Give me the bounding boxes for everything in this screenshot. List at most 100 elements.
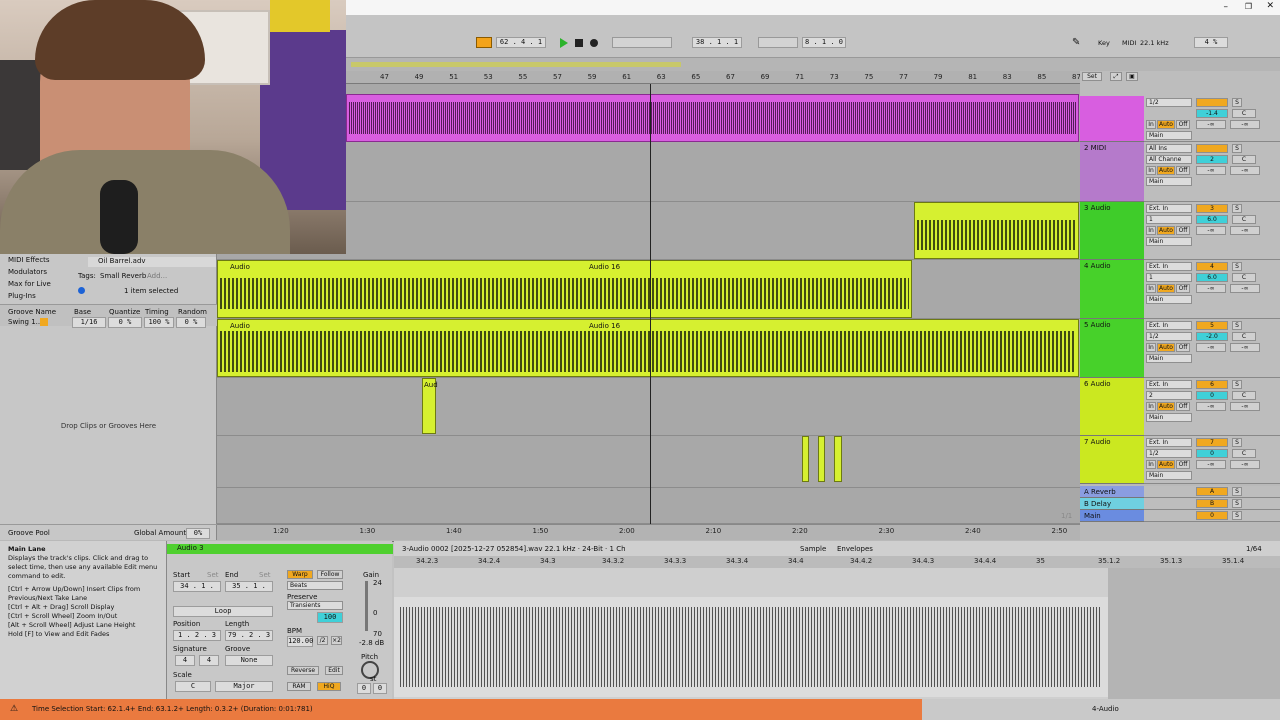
pan-field[interactable]: C xyxy=(1232,155,1256,164)
input-channel-select[interactable]: 1/2 xyxy=(1146,332,1192,341)
send-a-field[interactable]: -∞ xyxy=(1196,460,1226,469)
close-icon[interactable]: ✕ xyxy=(1266,1,1274,11)
monitor-in-button[interactable]: In xyxy=(1146,120,1156,129)
overview-bar[interactable] xyxy=(346,57,1280,71)
monitor-in-button[interactable]: In xyxy=(1146,166,1156,175)
groove-base[interactable]: 1/16 xyxy=(72,317,106,328)
groove-random[interactable]: 0 % xyxy=(176,317,206,328)
track-header[interactable]: 7 Audio xyxy=(1080,436,1144,484)
groove-quantize[interactable]: 0 % xyxy=(108,317,142,328)
expand-icon[interactable]: ⤢ xyxy=(1110,72,1122,81)
clip-title-bar[interactable]: Audio 3 xyxy=(167,544,393,554)
groove-drop-area[interactable]: Drop Clips or Grooves Here xyxy=(0,422,217,430)
transients-select[interactable]: Transients xyxy=(287,601,343,610)
solo-button[interactable]: S xyxy=(1232,144,1242,153)
end-field[interactable]: 35 . 1 . xyxy=(225,581,273,592)
bpm-field[interactable]: 120.00 xyxy=(287,636,313,647)
clip-track-7c[interactable] xyxy=(834,436,842,482)
set-button[interactable]: Set xyxy=(1082,72,1102,81)
volume-field[interactable]: -2.0 xyxy=(1196,332,1228,341)
solo-button[interactable]: S xyxy=(1232,438,1242,447)
overdub-tools[interactable] xyxy=(612,37,672,48)
grid-quantization[interactable]: 1/64 xyxy=(1246,545,1262,553)
clip-track-7b[interactable] xyxy=(818,436,825,482)
stop-icon[interactable] xyxy=(575,39,583,47)
input-channel-select[interactable]: All Channe xyxy=(1146,155,1192,164)
restore-icon[interactable]: ❐ xyxy=(1245,2,1252,11)
solo-button[interactable]: S xyxy=(1232,262,1242,271)
groove-timing[interactable]: 100 % xyxy=(144,317,174,328)
input-channel-select[interactable]: 1 xyxy=(1146,273,1192,282)
input-type-select[interactable]: 1/2 xyxy=(1146,98,1192,107)
track-header[interactable]: 6 Audio xyxy=(1080,378,1144,436)
solo-button[interactable]: S xyxy=(1232,204,1242,213)
solo-button[interactable]: S xyxy=(1232,380,1242,389)
track-header[interactable]: 4 Audio xyxy=(1080,260,1144,319)
return-number-button[interactable]: 0 xyxy=(1196,511,1228,520)
start-field[interactable]: 34 . 1 . xyxy=(173,581,221,592)
track-number-button[interactable] xyxy=(1196,144,1228,153)
tab-sample[interactable]: Sample xyxy=(800,545,826,553)
warp-button[interactable]: Warp xyxy=(287,570,313,579)
send-a-field[interactable]: -∞ xyxy=(1196,402,1226,411)
record-icon[interactable] xyxy=(590,39,598,47)
pan-field[interactable]: C xyxy=(1232,449,1256,458)
track-number-button[interactable]: 7 xyxy=(1196,438,1228,447)
bar-ruler[interactable]: 47 49 51 53 55 57 59 61 63 65 67 69 71 73 75 77 79 81 83 85… xyxy=(346,71,1081,84)
clip-track-3[interactable] xyxy=(914,202,1079,259)
clip-track-1[interactable] xyxy=(346,94,1079,142)
volume-field[interactable]: -1.4 xyxy=(1196,109,1228,118)
input-type-select[interactable]: Ext. In xyxy=(1146,380,1192,389)
send-a-field[interactable]: -∞ xyxy=(1196,120,1226,129)
play-icon[interactable] xyxy=(560,38,568,48)
return-number-button[interactable]: A xyxy=(1196,487,1228,496)
track-header[interactable]: 3 Audio xyxy=(1080,202,1144,260)
input-channel-select[interactable]: 1/2 xyxy=(1146,449,1192,458)
output-select[interactable]: Main xyxy=(1146,471,1192,480)
pan-field[interactable]: C xyxy=(1232,332,1256,341)
groove-select[interactable]: None xyxy=(225,655,273,666)
sample-editor[interactable]: 3-Audio 0002 [2025-12-27 052854].wav 22.… xyxy=(394,541,1280,699)
monitor-auto-button[interactable]: Auto xyxy=(1157,226,1175,235)
monitor-in-button[interactable]: In xyxy=(1146,284,1156,293)
input-channel-select[interactable]: 1 xyxy=(1146,215,1192,224)
return-track-header[interactable]: B Delay xyxy=(1080,498,1144,510)
send-b-field[interactable]: -∞ xyxy=(1230,402,1260,411)
arrangement-view[interactable]: Audio Audio 16 Audio Audio 16 Aud 1/1 xyxy=(217,84,1080,524)
output-select[interactable]: Main xyxy=(1146,413,1192,422)
return-solo-button[interactable]: S xyxy=(1232,511,1242,520)
input-type-select[interactable]: Ext. In xyxy=(1146,438,1192,447)
hot-swap-icon[interactable] xyxy=(40,318,48,326)
scale-key-select[interactable]: C xyxy=(175,681,211,692)
track-lane-4[interactable]: Audio Audio 16 xyxy=(217,260,1080,319)
gain-slider[interactable] xyxy=(365,581,368,631)
tab-envelopes[interactable]: Envelopes xyxy=(837,545,873,553)
return-lanes[interactable] xyxy=(217,488,1080,524)
output-select[interactable]: Main xyxy=(1146,354,1192,363)
track-lane-1[interactable] xyxy=(346,84,1080,142)
follow-icon[interactable] xyxy=(476,37,492,48)
send-b-field[interactable]: -∞ xyxy=(1230,460,1260,469)
loop-start-field[interactable]: 38 . 1 . 1 xyxy=(692,37,742,48)
monitor-in-button[interactable]: In xyxy=(1146,402,1156,411)
monitor-auto-button[interactable]: Auto xyxy=(1157,284,1175,293)
status-track-name[interactable]: 4-Audio xyxy=(1092,705,1119,713)
groove-row-name[interactable]: Swing 1... xyxy=(8,318,42,326)
lock-icon[interactable]: ▣ xyxy=(1126,72,1138,81)
key-map-button[interactable]: Key xyxy=(1098,39,1110,47)
warp-mode-select[interactable]: Beats xyxy=(287,581,343,590)
return-track-header[interactable]: A Reverb xyxy=(1080,486,1144,498)
monitor-auto-button[interactable]: Auto xyxy=(1157,402,1175,411)
output-select[interactable]: Main xyxy=(1146,177,1192,186)
sample-waveform[interactable] xyxy=(394,597,1108,697)
return-solo-button[interactable]: S xyxy=(1232,499,1242,508)
return-solo-button[interactable]: S xyxy=(1232,487,1242,496)
envelope-field[interactable]: 100 xyxy=(317,612,343,623)
track-lane-2[interactable] xyxy=(346,142,1080,202)
monitor-auto-button[interactable]: Auto xyxy=(1157,166,1175,175)
monitor-in-button[interactable]: In xyxy=(1146,343,1156,352)
track-number-button[interactable]: 6 xyxy=(1196,380,1228,389)
scale-mode-select[interactable]: Major xyxy=(215,681,273,692)
end-set-button[interactable]: Set xyxy=(259,571,271,579)
half-tempo-button[interactable]: /2 xyxy=(317,636,328,645)
